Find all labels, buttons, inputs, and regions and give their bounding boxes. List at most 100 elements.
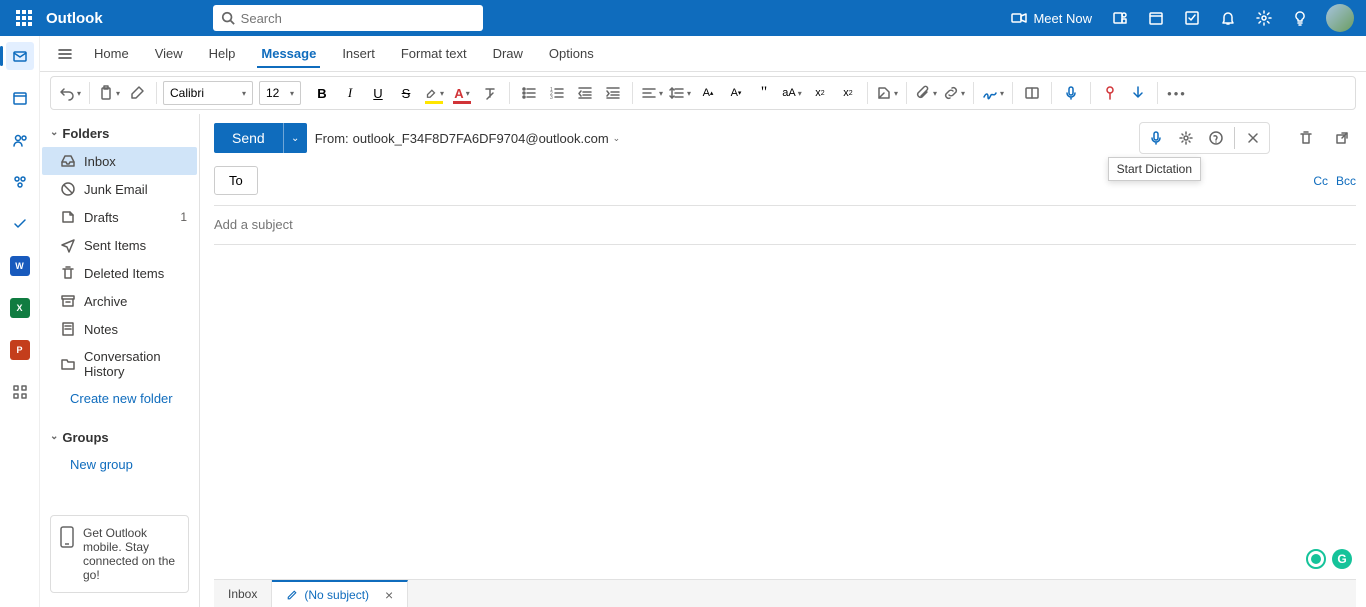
folder-drafts[interactable]: Drafts1: [42, 203, 197, 231]
close-tab-button[interactable]: ×: [385, 587, 393, 603]
strikethrough-button[interactable]: S: [393, 80, 419, 106]
folder-sent[interactable]: Sent Items: [42, 231, 197, 259]
attach-button[interactable]: ▾: [913, 80, 939, 106]
dictate-ribbon-button[interactable]: [1058, 80, 1084, 106]
from-selector[interactable]: From: outlook_F34F8D7FA6DF9704@outlook.c…: [315, 131, 621, 146]
folder-icon: [60, 356, 76, 372]
italic-button[interactable]: I: [337, 80, 363, 106]
folder-junk[interactable]: Junk Email: [42, 175, 197, 203]
discard-button[interactable]: [1292, 125, 1320, 151]
folder-notes[interactable]: Notes: [42, 315, 197, 343]
dictation-settings-button[interactable]: [1172, 125, 1200, 151]
folder-archive[interactable]: Archive: [42, 287, 197, 315]
download-button[interactable]: [1125, 80, 1151, 106]
message-body[interactable]: G: [214, 245, 1356, 579]
folder-history[interactable]: Conversation History: [42, 343, 197, 385]
rail-mail[interactable]: [6, 42, 34, 70]
tab-view[interactable]: View: [143, 36, 195, 72]
search-input[interactable]: [241, 11, 475, 26]
rail-powerpoint[interactable]: P: [6, 336, 34, 364]
create-folder-link[interactable]: Create new folder: [42, 385, 197, 412]
clear-format-button[interactable]: [477, 80, 503, 106]
teams-icon-button[interactable]: [1104, 1, 1136, 35]
dictate-button[interactable]: [1142, 125, 1170, 151]
paste-button[interactable]: ▾: [96, 80, 122, 106]
rail-word[interactable]: W: [6, 252, 34, 280]
folder-deleted[interactable]: Deleted Items: [42, 259, 197, 287]
bottom-tab-inbox[interactable]: Inbox: [214, 580, 272, 607]
font-color-button[interactable]: A▾: [449, 80, 475, 106]
popout-button[interactable]: [1328, 125, 1356, 151]
search-box[interactable]: [213, 5, 483, 31]
mobile-ad[interactable]: Get Outlook mobile. Stay connected on th…: [50, 515, 189, 593]
more-ribbon-button[interactable]: •••: [1164, 80, 1190, 106]
rail-groups[interactable]: [6, 168, 34, 196]
bcc-link[interactable]: Bcc: [1336, 174, 1356, 188]
bullets-button[interactable]: [516, 80, 542, 106]
dictation-help-button[interactable]: [1202, 125, 1230, 151]
rail-more-apps[interactable]: [6, 378, 34, 406]
numbering-button[interactable]: 123: [544, 80, 570, 106]
change-case-button[interactable]: aA▾: [779, 80, 805, 106]
increase-font-button[interactable]: A▴: [695, 80, 721, 106]
indent-button[interactable]: [600, 80, 626, 106]
folders-header[interactable]: ⌄Folders: [42, 120, 197, 147]
mail-icon: [12, 48, 28, 64]
todo-icon: [12, 216, 28, 232]
highlight-button[interactable]: ▾: [421, 80, 447, 106]
undo-button[interactable]: ▾: [57, 80, 83, 106]
styles-button[interactable]: ▾: [874, 80, 900, 106]
todo-icon-button[interactable]: [1176, 1, 1208, 35]
svg-text:3: 3: [550, 95, 553, 101]
tab-message[interactable]: Message: [249, 36, 328, 72]
font-size-select[interactable]: 12▾: [259, 81, 301, 105]
tab-draw[interactable]: Draw: [481, 36, 535, 72]
immersive-reader-button[interactable]: [1019, 80, 1045, 106]
grammarly-widget[interactable]: G: [1306, 549, 1352, 569]
bold-button[interactable]: B: [309, 80, 335, 106]
send-button[interactable]: Send: [214, 123, 283, 153]
rail-excel[interactable]: X: [6, 294, 34, 322]
bottom-tab-draft[interactable]: (No subject) ×: [272, 580, 408, 607]
quote-button[interactable]: ": [751, 80, 777, 106]
rail-todo[interactable]: [6, 210, 34, 238]
tab-format-text[interactable]: Format text: [389, 36, 479, 72]
calendar-icon-button[interactable]: [1140, 1, 1172, 35]
rail-calendar[interactable]: [6, 84, 34, 112]
meet-now-button[interactable]: Meet Now: [1003, 1, 1100, 35]
tab-help[interactable]: Help: [197, 36, 248, 72]
cc-link[interactable]: Cc: [1313, 174, 1328, 188]
folder-inbox[interactable]: Inbox: [42, 147, 197, 175]
dictation-close-button[interactable]: [1239, 125, 1267, 151]
tab-home[interactable]: Home: [82, 36, 141, 72]
rail-people[interactable]: [6, 126, 34, 154]
notifications-button[interactable]: [1212, 1, 1244, 35]
user-avatar[interactable]: [1326, 4, 1354, 32]
send-dropdown[interactable]: ⌄: [283, 123, 307, 153]
tab-insert[interactable]: Insert: [330, 36, 387, 72]
outdent-button[interactable]: [572, 80, 598, 106]
sensitivity-button[interactable]: [1097, 80, 1123, 106]
signature-button[interactable]: ▾: [980, 80, 1006, 106]
subject-input[interactable]: [214, 217, 1356, 232]
tab-options[interactable]: Options: [537, 36, 606, 72]
format-painter-button[interactable]: [124, 80, 150, 106]
line-spacing-button[interactable]: ▾: [667, 80, 693, 106]
superscript-button[interactable]: x2: [835, 80, 861, 106]
word-icon: W: [10, 256, 30, 276]
subscript-button[interactable]: x2: [807, 80, 833, 106]
align-button[interactable]: ▾: [639, 80, 665, 106]
tips-button[interactable]: [1284, 1, 1316, 35]
settings-button[interactable]: [1248, 1, 1280, 35]
decrease-font-button[interactable]: A▾: [723, 80, 749, 106]
to-button[interactable]: To: [214, 166, 258, 195]
groups-header[interactable]: ⌄Groups: [42, 424, 197, 451]
app-launcher[interactable]: [12, 6, 36, 30]
underline-button[interactable]: U: [365, 80, 391, 106]
new-group-link[interactable]: New group: [42, 451, 197, 478]
nav-toggle[interactable]: [50, 39, 80, 69]
link-button[interactable]: ▾: [941, 80, 967, 106]
font-name-select[interactable]: Calibri▾: [163, 81, 253, 105]
svg-text:1: 1: [550, 87, 553, 93]
todo-top-icon: [1184, 10, 1200, 26]
